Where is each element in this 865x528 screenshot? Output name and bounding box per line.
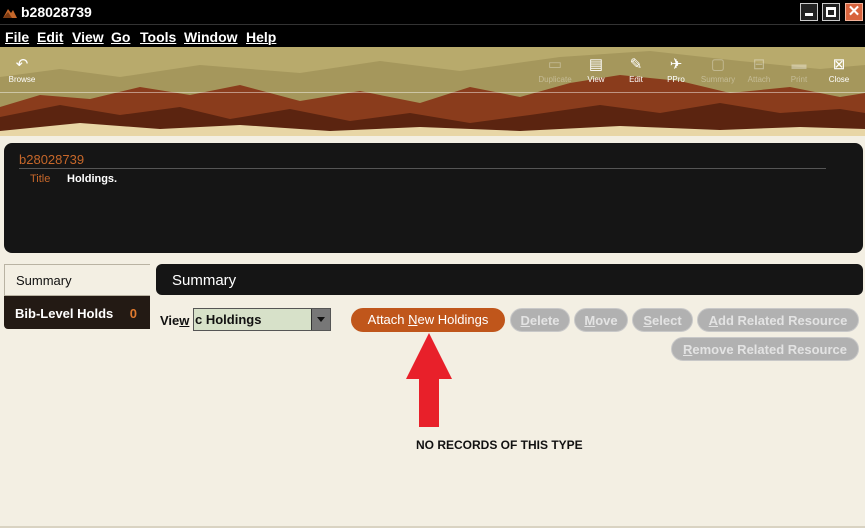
duplicate-icon: ▭ (547, 56, 563, 73)
maximize-icon (826, 7, 836, 17)
summary-label: Summary (700, 75, 736, 84)
edit-label: Edit (629, 75, 643, 84)
delete-button: Delete (510, 308, 570, 332)
back-arrow-icon: ↶ (15, 56, 29, 73)
close-button[interactable]: ⊠ Close (817, 55, 861, 84)
tab-bib-level-holds[interactable]: Bib-Level Holds 0 (4, 296, 150, 329)
ppro-button[interactable]: ✈ PPro (654, 55, 698, 84)
tab-holds-label: Bib-Level Holds (15, 306, 114, 321)
record-id: b28028739 (19, 152, 85, 167)
add-related-resource-button: Add Related Resource (697, 308, 859, 332)
menu-bar: File Edit View Go Tools Window Help (0, 24, 865, 47)
browse-label: Browse (8, 75, 36, 84)
menu-edit[interactable]: Edit (37, 29, 63, 45)
attach-icon: ⊟ (752, 56, 766, 73)
duplicate-button: ▭ Duplicate (533, 55, 577, 84)
print-icon: ▬ (791, 56, 807, 73)
title-bar: b28028739 ✕ (0, 0, 865, 24)
maximize-button[interactable] (822, 3, 840, 21)
remove-related-resource-button: Remove Related Resource (671, 337, 859, 361)
edit-document-icon: ✎ (629, 56, 643, 73)
holds-count-badge: 0 (129, 306, 137, 321)
record-divider (19, 168, 826, 169)
close-window-button[interactable]: ✕ (845, 3, 863, 21)
attach-new-holdings-button[interactable]: Attach New Holdings (351, 308, 505, 332)
menu-window[interactable]: Window (184, 29, 238, 45)
move-button: Move (574, 308, 628, 332)
tab-summary-label: Summary (16, 273, 72, 288)
print-label: Print (790, 75, 808, 84)
select-button: Select (632, 308, 693, 332)
view-select-label: View (160, 313, 190, 328)
banner-divider (0, 92, 865, 93)
ppro-icon: ✈ (669, 56, 683, 73)
menu-tools[interactable]: Tools (140, 29, 176, 45)
menu-go[interactable]: Go (111, 29, 130, 45)
tab-summary[interactable]: Summary (4, 264, 150, 296)
summary-button: ▢ Summary (696, 55, 740, 84)
empty-state-message: NO RECORDS OF THIS TYPE (416, 438, 583, 452)
menu-file[interactable]: File (5, 29, 29, 45)
title-field-label: Title (30, 173, 51, 185)
summary-panel-header: Summary (156, 264, 863, 295)
attach-button: ⊟ Attach (737, 55, 781, 84)
toolbar-banner: ↶ Browse ▭ Duplicate ▤ View ✎ Edit ✈ PPr… (0, 47, 865, 136)
app-icon (3, 9, 17, 18)
panel-title: Summary (172, 272, 237, 289)
menu-view[interactable]: View (72, 29, 104, 45)
duplicate-label: Duplicate (538, 75, 572, 84)
menu-help[interactable]: Help (246, 29, 276, 45)
view-select[interactable]: c Holdings (193, 308, 331, 331)
edit-button[interactable]: ✎ Edit (614, 55, 658, 84)
close-label: Close (828, 75, 850, 84)
minimize-button[interactable] (800, 3, 818, 21)
record-header: b28028739 Title Holdings. (4, 143, 863, 253)
view-label: View (587, 75, 605, 84)
title-field-value: Holdings. (67, 173, 118, 185)
ppro-label: PPro (667, 75, 685, 84)
chevron-down-icon[interactable] (311, 309, 330, 330)
attach-label: Attach (747, 75, 771, 84)
window-title: b28028739 (21, 4, 92, 20)
close-document-icon: ⊠ (832, 56, 846, 73)
view-select-value: c Holdings (195, 312, 262, 327)
minimize-icon (805, 13, 813, 16)
view-document-icon: ▤ (588, 56, 604, 73)
close-icon: ✕ (847, 3, 861, 20)
summary-icon: ▢ (710, 56, 726, 73)
print-button: ▬ Print (777, 55, 821, 84)
browse-button[interactable]: ↶ Browse (0, 55, 44, 84)
view-button[interactable]: ▤ View (574, 55, 618, 84)
up-arrow-annotation-icon (406, 333, 452, 427)
